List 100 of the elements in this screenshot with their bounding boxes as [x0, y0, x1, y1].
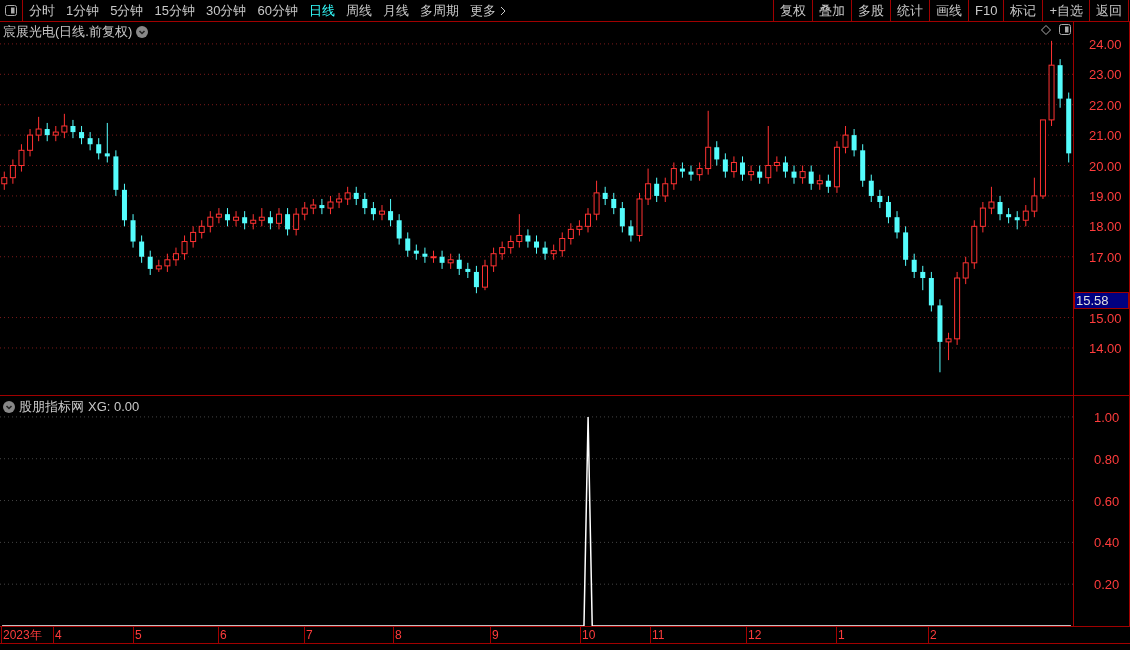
panel-toggle-icon[interactable]	[1059, 24, 1071, 35]
candlestick	[490, 247, 497, 273]
time-axis-label: 10	[580, 627, 596, 643]
dropdown-icon[interactable]	[136, 25, 149, 38]
price-axis-label: 20.00	[1089, 159, 1122, 173]
candlestick	[378, 204, 385, 221]
candlestick	[542, 241, 548, 261]
period-tab[interactable]: 月线	[382, 0, 409, 21]
toolbar-button[interactable]: 画线	[929, 0, 968, 21]
toolbar-button[interactable]: 多股	[851, 0, 890, 21]
candlestick	[79, 125, 85, 145]
candlestick	[422, 247, 428, 264]
candlestick	[825, 174, 831, 194]
candlestick	[233, 210, 240, 227]
price-axis-label: 14.00	[1089, 341, 1122, 355]
candlestick	[740, 155, 746, 182]
price-axis-label: 18.00	[1089, 220, 1122, 234]
candlestick	[962, 256, 969, 285]
candlestick	[525, 228, 531, 249]
toolbar-button[interactable]: 统计	[890, 0, 929, 21]
panel-toggle-icon[interactable]	[5, 5, 17, 16]
time-axis-label: 9	[490, 627, 499, 643]
price-axis-label: 24.00	[1089, 37, 1122, 51]
time-axis-label: 4	[53, 627, 62, 643]
indicator-reading: XG: 0.00	[88, 398, 140, 416]
candlestick	[499, 241, 506, 261]
candlestick	[662, 177, 669, 203]
candlestick	[104, 122, 110, 163]
indicator-axis-label: 0.80	[1094, 452, 1120, 466]
candlestick	[619, 201, 625, 233]
candlestick	[439, 250, 445, 270]
candlestick	[868, 174, 874, 203]
candlestick	[44, 122, 50, 142]
candlestick	[670, 161, 677, 191]
candlestick	[911, 253, 917, 279]
toolbar-button[interactable]: F10	[968, 0, 1004, 21]
candlestick	[35, 116, 42, 142]
candlestick	[18, 143, 25, 173]
toolbar-button[interactable]: 叠加	[812, 0, 851, 21]
candlestick	[696, 161, 703, 182]
candlestick	[842, 125, 849, 154]
period-tab[interactable]: 15分钟	[154, 0, 195, 21]
toolbar-button[interactable]: +自选	[1042, 0, 1089, 21]
candlestick	[405, 231, 411, 258]
candlestick	[70, 119, 76, 139]
candlestick	[215, 207, 222, 224]
candlestick	[507, 234, 514, 255]
candlestick	[482, 259, 488, 291]
candlestick	[336, 192, 343, 209]
candlestick	[198, 219, 205, 239]
time-axis-label: 2	[928, 627, 937, 643]
candlestick	[894, 210, 900, 239]
candlestick	[945, 332, 952, 361]
indicator-title: 股朋指标网	[19, 398, 84, 416]
candlestick	[267, 210, 273, 230]
diamond-icon[interactable]	[1041, 24, 1051, 35]
time-axis-label: 2023年	[1, 627, 42, 643]
candlestick	[473, 265, 479, 294]
candlestick	[645, 168, 652, 206]
candlestick	[130, 213, 136, 249]
candlestick	[370, 201, 376, 221]
candlestick	[602, 186, 608, 206]
period-tab[interactable]: 分时	[29, 0, 55, 21]
candlestick	[730, 155, 737, 179]
candlestick	[9, 158, 16, 185]
period-tab[interactable]: 日线	[308, 0, 335, 21]
price-axis-label: 21.00	[1089, 129, 1122, 143]
period-tab[interactable]: 多周期	[419, 0, 459, 21]
indicator-axis-label: 0.40	[1094, 536, 1120, 550]
candlestick	[654, 177, 660, 203]
time-axis-label: 7	[304, 627, 313, 643]
candlestick	[388, 198, 394, 227]
candlestick	[362, 192, 368, 215]
period-tab[interactable]: 30分钟	[205, 0, 247, 21]
candlestick	[242, 210, 248, 230]
candlestick	[344, 186, 351, 206]
indicator-axis-label: 0.60	[1094, 494, 1120, 508]
toolbar-button[interactable]: 返回	[1089, 0, 1128, 21]
toolbar-button[interactable]: 复权	[773, 0, 812, 21]
candlestick	[181, 234, 188, 261]
toolbar-button[interactable]: 标记	[1003, 0, 1043, 21]
period-tab[interactable]: 1分钟	[66, 0, 100, 21]
dropdown-icon[interactable]	[3, 400, 15, 413]
candlestick	[190, 225, 197, 249]
candlestick	[319, 198, 325, 215]
period-tab[interactable]: 周线	[345, 0, 372, 21]
candlestick	[164, 253, 171, 273]
more-menu[interactable]: 更多	[469, 0, 506, 21]
period-tab[interactable]: 60分钟	[257, 0, 298, 21]
candlestick	[851, 128, 857, 157]
candlestick	[773, 155, 780, 173]
period-tab[interactable]: 5分钟	[110, 0, 144, 21]
candlestick	[585, 207, 591, 233]
candlestick	[628, 219, 634, 243]
candlestick	[1014, 210, 1020, 230]
candlestick	[293, 207, 300, 236]
time-axis-label: 5	[133, 627, 142, 643]
candlestick	[688, 165, 694, 182]
candlestick	[593, 180, 600, 221]
chevron-icon	[499, 5, 506, 16]
